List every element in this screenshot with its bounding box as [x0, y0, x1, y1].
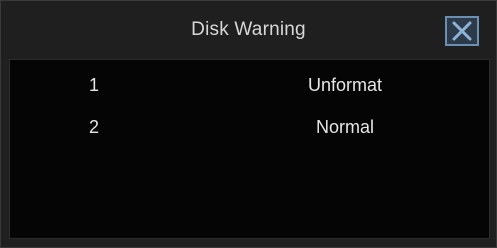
- close-button[interactable]: [445, 16, 479, 46]
- disk-number: 2: [89, 117, 100, 137]
- dialog-title: Disk Warning: [191, 19, 306, 40]
- disk-list: 1 Unformat 2 Normal: [9, 59, 490, 239]
- disk-row: 1 Unformat: [10, 64, 489, 104]
- disk-warning-dialog: Disk Warning 1 Unformat 2 Normal: [0, 0, 497, 248]
- close-icon: [452, 21, 472, 41]
- disk-status: Normal: [315, 117, 374, 137]
- disk-row: 2 Normal: [10, 106, 489, 146]
- title-bar: Disk Warning: [1, 1, 496, 59]
- disk-status: Unformat: [307, 75, 383, 95]
- disk-number: 1: [89, 75, 100, 95]
